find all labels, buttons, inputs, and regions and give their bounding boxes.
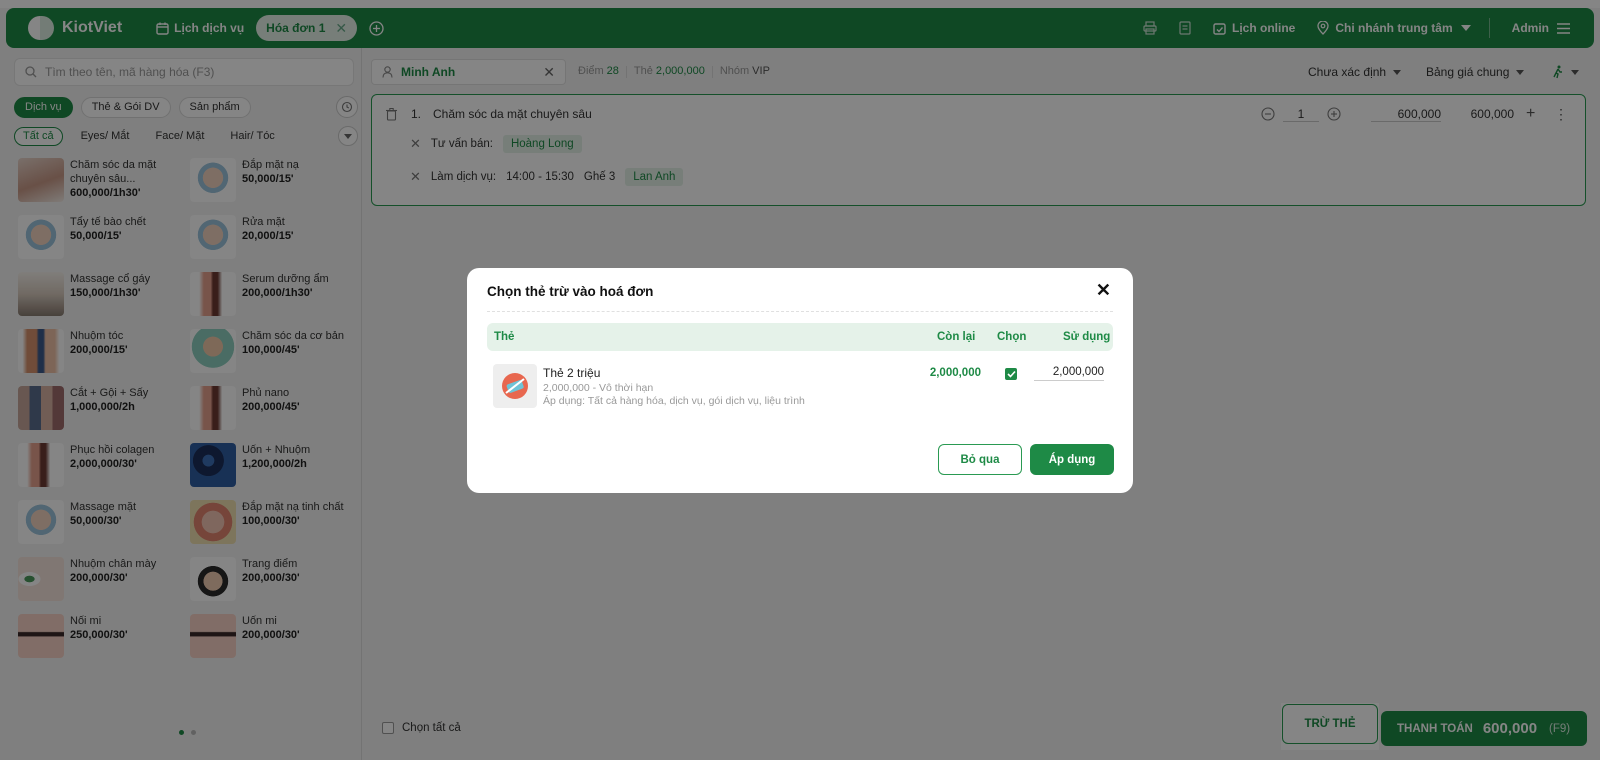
col-select: Chọn [997, 331, 1027, 343]
card-row: Thẻ 2 triệu 2,000,000 - Vô thời hạn Áp d… [493, 364, 1107, 412]
card-select-checkbox[interactable] [1005, 368, 1017, 380]
gift-card-icon [502, 373, 528, 399]
card-thumbnail [493, 364, 537, 408]
col-card: Thẻ [494, 331, 515, 343]
card-name: Thẻ 2 triệu [543, 366, 601, 380]
card-scope: Áp dụng: Tất cả hàng hóa, dịch vụ, gói d… [543, 395, 805, 407]
select-card-dialog: Chọn thẻ trừ vào hoá đơn ✕ Thẻ Còn lại C… [467, 268, 1133, 493]
divider [487, 311, 1113, 312]
card-remaining: 2,000,000 [929, 367, 981, 379]
apply-button[interactable]: Áp dụng [1030, 444, 1114, 475]
skip-button[interactable]: Bỏ qua [938, 444, 1022, 475]
use-amount-input[interactable]: 2,000,000 [1034, 366, 1104, 381]
checkmark-icon [1006, 370, 1016, 378]
card-description: 2,000,000 - Vô thời hạn [543, 382, 654, 394]
dialog-title: Chọn thẻ trừ vào hoá đơn [487, 284, 654, 299]
card-table-header: Thẻ Còn lại Chọn Sử dụng [487, 323, 1113, 351]
close-icon[interactable]: ✕ [1096, 280, 1111, 301]
col-remaining: Còn lại [937, 331, 976, 343]
col-use: Sử dụng [1063, 331, 1111, 343]
